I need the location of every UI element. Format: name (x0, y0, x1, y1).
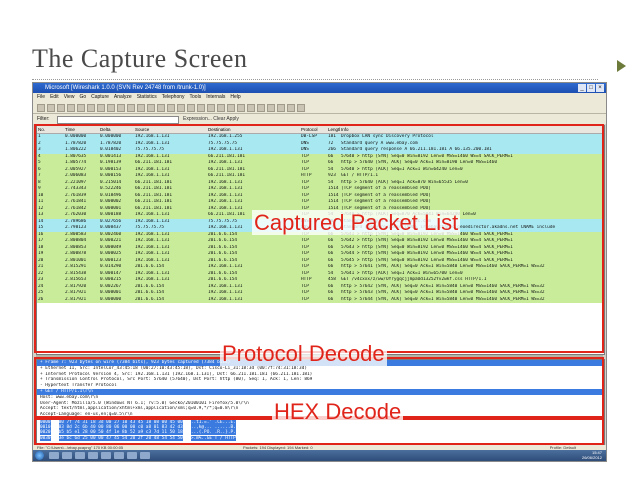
menu-item-telephony[interactable]: Telephony (162, 93, 185, 102)
hex-decode-label-text: HEX Decode (272, 399, 404, 424)
filter-bar: Filter: Expression... Clear Apply (33, 114, 606, 124)
window-titlebar: Microsoft [Wireshark 1.0.0 (SVN Rev 2474… (33, 83, 606, 93)
minimize-icon[interactable]: _ (578, 84, 586, 92)
menu-item-capture[interactable]: Capture (91, 93, 109, 102)
filter-options[interactable]: Expression... Clear Apply (183, 114, 239, 124)
forward-icon[interactable] (157, 104, 165, 112)
menu-item-view[interactable]: View (64, 93, 75, 102)
preferences-icon[interactable] (287, 104, 295, 112)
bullet-arrow-icon (617, 60, 626, 72)
resize-icon[interactable] (247, 104, 255, 112)
protocol-decode-label: Protocol Decode (220, 341, 387, 367)
menu-item-edit[interactable]: Edit (50, 93, 59, 102)
media-icon[interactable] (75, 452, 85, 459)
first-icon[interactable] (177, 104, 185, 112)
filter-label: Filter: (37, 116, 50, 122)
menu-item-statistics[interactable]: Statistics (137, 93, 157, 102)
help-icon[interactable] (297, 104, 305, 112)
wireshark-icon[interactable] (101, 452, 111, 459)
window-controls: _ □ × (578, 84, 604, 92)
filter-input[interactable] (57, 116, 179, 124)
reload-icon[interactable] (117, 104, 125, 112)
restart-icon[interactable] (77, 104, 85, 112)
main-toolbar (33, 102, 606, 114)
packet-list-label: Captured Packet List (252, 210, 461, 236)
back-icon[interactable] (147, 104, 155, 112)
menu-item-help[interactable]: Help (230, 93, 240, 102)
zoom-in-icon[interactable] (217, 104, 225, 112)
capture-filters-icon[interactable] (257, 104, 265, 112)
zoom-out-icon[interactable] (227, 104, 235, 112)
title-divider (32, 79, 598, 80)
colorize-icon[interactable] (197, 104, 205, 112)
menu-item-tools[interactable]: Tools (190, 93, 202, 102)
options-icon[interactable] (47, 104, 55, 112)
menu-item-analyze[interactable]: Analyze (114, 93, 132, 102)
excel-icon[interactable] (140, 452, 150, 459)
powerpoint-icon[interactable] (127, 452, 137, 459)
goto-icon[interactable] (167, 104, 175, 112)
protocol-decode-label-text: Protocol Decode (220, 341, 387, 366)
word-icon[interactable] (114, 452, 124, 459)
start-button-icon[interactable] (35, 451, 44, 460)
start-icon[interactable] (57, 104, 65, 112)
menu-bar: File Edit View Go Capture Analyze Statistics Te… (33, 93, 606, 102)
coloring-rules-icon[interactable] (277, 104, 285, 112)
interfaces-icon[interactable] (37, 104, 45, 112)
taskbar-clock: 15:47 26/06/2012 (581, 450, 602, 460)
print-icon[interactable] (127, 104, 135, 112)
close-icon[interactable] (107, 104, 115, 112)
save-icon[interactable] (97, 104, 105, 112)
find-icon[interactable] (137, 104, 145, 112)
packet-list-label-text: Captured Packet List (252, 210, 461, 235)
last-icon[interactable] (187, 104, 195, 112)
autoscroll-icon[interactable] (207, 104, 215, 112)
packet-list-highlight (34, 124, 604, 353)
close-icon[interactable]: × (596, 84, 604, 92)
stop-icon[interactable] (67, 104, 75, 112)
browser-icon[interactable] (62, 452, 72, 459)
menu-item-file[interactable]: File (37, 93, 45, 102)
normal-size-icon[interactable] (237, 104, 245, 112)
open-icon[interactable] (87, 104, 95, 112)
slide-title: The Capture Screen (32, 44, 248, 73)
windows-taskbar: 15:47 26/06/2012 (33, 450, 606, 461)
explorer-icon[interactable] (49, 452, 59, 459)
display-filters-icon[interactable] (267, 104, 275, 112)
taskbar-apps (49, 452, 150, 459)
hex-decode-label: HEX Decode (272, 399, 404, 425)
clock-date: 26/06/2012 (581, 454, 602, 460)
menu-item-internals[interactable]: Internals (206, 93, 225, 102)
menu-item-go[interactable]: Go (79, 93, 86, 102)
window-title: Microsoft [Wireshark 1.0.0 (SVN Rev 2474… (45, 85, 206, 91)
folder-icon[interactable] (88, 452, 98, 459)
maximize-icon[interactable]: □ (587, 84, 595, 92)
